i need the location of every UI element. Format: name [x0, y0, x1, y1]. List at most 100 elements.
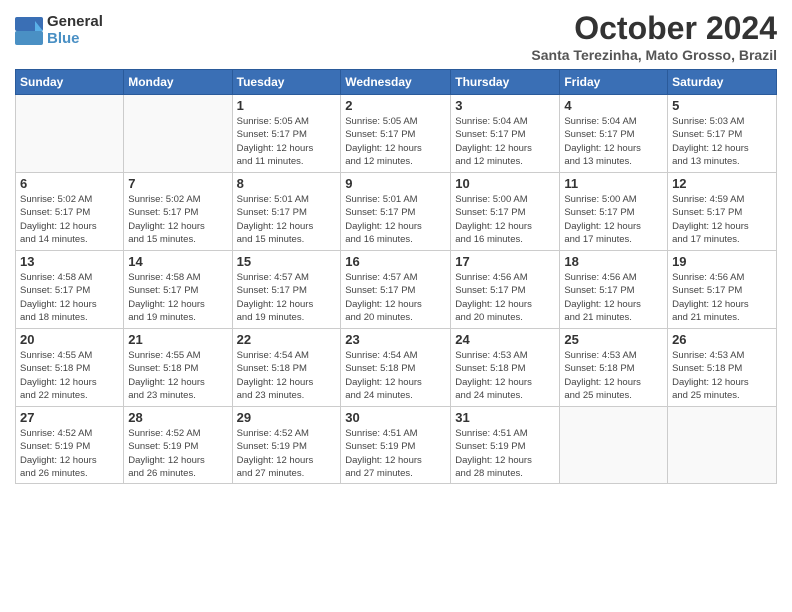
- table-row: [16, 95, 124, 173]
- day-info: Sunrise: 5:00 AM Sunset: 5:17 PM Dayligh…: [455, 193, 555, 246]
- day-number: 18: [564, 254, 663, 269]
- logo-text: General Blue: [47, 14, 103, 47]
- table-row: 14Sunrise: 4:58 AM Sunset: 5:17 PM Dayli…: [124, 251, 232, 329]
- table-row: 28 Sunrise: 4:52 AM Sunset: 5:19 PM Dayli…: [124, 407, 232, 484]
- day-number: 25: [564, 332, 663, 347]
- table-row: 10Sunrise: 5:00 AM Sunset: 5:17 PM Dayli…: [451, 173, 560, 251]
- month-title: October 2024: [531, 10, 777, 47]
- day-info: Sunrise: 4:55 AM Sunset: 5:18 PM Dayligh…: [20, 349, 119, 402]
- day-info: Sunrise: 4:58 AM Sunset: 5:17 PM Dayligh…: [128, 271, 227, 324]
- day-info: Sunrise: 4:56 AM Sunset: 5:17 PM Dayligh…: [564, 271, 663, 324]
- day-info: Sunrise: 5:01 AM Sunset: 5:17 PM Dayligh…: [237, 193, 337, 246]
- day-info: Sunrise: 4:55 AM Sunset: 5:18 PM Dayligh…: [128, 349, 227, 402]
- day-number: 11: [564, 176, 663, 191]
- day-number: 7: [128, 176, 227, 191]
- table-row: [124, 95, 232, 173]
- header-tuesday: Tuesday: [232, 70, 341, 95]
- header-saturday: Saturday: [668, 70, 777, 95]
- table-row: 4 Sunrise: 5:04 AM Sunset: 5:17 PM Daylig…: [560, 95, 668, 173]
- day-number: 31: [455, 410, 555, 425]
- day-number: 19: [672, 254, 772, 269]
- day-number: 23: [345, 332, 446, 347]
- location-subtitle: Santa Terezinha, Mato Grosso, Brazil: [531, 47, 777, 63]
- day-info: Sunrise: 4:52 AM Sunset: 5:19 PM Dayligh…: [20, 427, 119, 480]
- day-info: Sunrise: 4:59 AM Sunset: 5:17 PM Dayligh…: [672, 193, 772, 246]
- day-number: 9: [345, 176, 446, 191]
- table-row: 20Sunrise: 4:55 AM Sunset: 5:18 PM Dayli…: [16, 329, 124, 407]
- day-info: Sunrise: 4:54 AM Sunset: 5:18 PM Dayligh…: [345, 349, 446, 402]
- table-row: 26 Sunrise: 4:53 AM Sunset: 5:18 PM Dayli…: [668, 329, 777, 407]
- table-row: 8 Sunrise: 5:01 AM Sunset: 5:17 PM Daylig…: [232, 173, 341, 251]
- day-info: Sunrise: 5:00 AM Sunset: 5:17 PM Dayligh…: [564, 193, 663, 246]
- day-number: 16: [345, 254, 446, 269]
- table-row: 22Sunrise: 4:54 AM Sunset: 5:18 PM Dayli…: [232, 329, 341, 407]
- day-info: Sunrise: 4:51 AM Sunset: 5:19 PM Dayligh…: [345, 427, 446, 480]
- day-number: 15: [237, 254, 337, 269]
- weekday-header-row: Sunday Monday Tuesday Wednesday Thursday…: [16, 70, 777, 95]
- header: General Blue October 2024 Santa Terezinh…: [15, 10, 777, 63]
- day-info: Sunrise: 4:53 AM Sunset: 5:18 PM Dayligh…: [672, 349, 772, 402]
- day-info: Sunrise: 5:02 AM Sunset: 5:17 PM Dayligh…: [128, 193, 227, 246]
- header-friday: Friday: [560, 70, 668, 95]
- day-info: Sunrise: 4:52 AM Sunset: 5:19 PM Dayligh…: [237, 427, 337, 480]
- day-info: Sunrise: 4:57 AM Sunset: 5:17 PM Dayligh…: [345, 271, 446, 324]
- table-row: 15Sunrise: 4:57 AM Sunset: 5:17 PM Dayli…: [232, 251, 341, 329]
- day-info: Sunrise: 5:05 AM Sunset: 5:17 PM Dayligh…: [237, 115, 337, 168]
- day-number: 24: [455, 332, 555, 347]
- day-number: 26: [672, 332, 772, 347]
- table-row: 1 Sunrise: 5:05 AM Sunset: 5:17 PM Daylig…: [232, 95, 341, 173]
- day-info: Sunrise: 5:04 AM Sunset: 5:17 PM Dayligh…: [455, 115, 555, 168]
- table-row: 12 Sunrise: 4:59 AM Sunset: 5:17 PM Dayli…: [668, 173, 777, 251]
- table-row: 19 Sunrise: 4:56 AM Sunset: 5:17 PM Dayli…: [668, 251, 777, 329]
- table-row: 2Sunrise: 5:05 AM Sunset: 5:17 PM Daylig…: [341, 95, 451, 173]
- table-row: 27 Sunrise: 4:52 AM Sunset: 5:19 PM Dayli…: [16, 407, 124, 484]
- table-row: 29 Sunrise: 4:52 AM Sunset: 5:19 PM Dayli…: [232, 407, 341, 484]
- day-number: 1: [237, 98, 337, 113]
- day-number: 30: [345, 410, 446, 425]
- table-row: 11 Sunrise: 5:00 AM Sunset: 5:17 PM Dayli…: [560, 173, 668, 251]
- table-row: 9Sunrise: 5:01 AM Sunset: 5:17 PM Daylig…: [341, 173, 451, 251]
- day-info: Sunrise: 5:03 AM Sunset: 5:17 PM Dayligh…: [672, 115, 772, 168]
- header-wednesday: Wednesday: [341, 70, 451, 95]
- table-row: 6 Sunrise: 5:02 AM Sunset: 5:17 PM Daylig…: [16, 173, 124, 251]
- day-number: 29: [237, 410, 337, 425]
- day-info: Sunrise: 4:56 AM Sunset: 5:17 PM Dayligh…: [672, 271, 772, 324]
- logo: General Blue: [15, 14, 103, 47]
- day-info: Sunrise: 5:02 AM Sunset: 5:17 PM Dayligh…: [20, 193, 119, 246]
- day-number: 28: [128, 410, 227, 425]
- header-thursday: Thursday: [451, 70, 560, 95]
- day-info: Sunrise: 5:04 AM Sunset: 5:17 PM Dayligh…: [564, 115, 663, 168]
- day-number: 12: [672, 176, 772, 191]
- day-number: 8: [237, 176, 337, 191]
- day-info: Sunrise: 5:05 AM Sunset: 5:17 PM Dayligh…: [345, 115, 446, 168]
- table-row: 30 Sunrise: 4:51 AM Sunset: 5:19 PM Dayli…: [341, 407, 451, 484]
- header-monday: Monday: [124, 70, 232, 95]
- day-number: 22: [237, 332, 337, 347]
- logo-general: General: [47, 14, 103, 31]
- table-row: [560, 407, 668, 484]
- table-row: 18 Sunrise: 4:56 AM Sunset: 5:17 PM Dayli…: [560, 251, 668, 329]
- day-info: Sunrise: 4:58 AM Sunset: 5:17 PM Dayligh…: [20, 271, 119, 324]
- table-row: 7 Sunrise: 5:02 AM Sunset: 5:17 PM Daylig…: [124, 173, 232, 251]
- page: General Blue October 2024 Santa Terezinh…: [0, 0, 792, 494]
- day-number: 6: [20, 176, 119, 191]
- table-row: 21 Sunrise: 4:55 AM Sunset: 5:18 PM Dayli…: [124, 329, 232, 407]
- table-row: 16 Sunrise: 4:57 AM Sunset: 5:17 PM Dayli…: [341, 251, 451, 329]
- table-row: 23 Sunrise: 4:54 AM Sunset: 5:18 PM Dayli…: [341, 329, 451, 407]
- table-row: 31 Sunrise: 4:51 AM Sunset: 5:19 PM Dayli…: [451, 407, 560, 484]
- day-number: 4: [564, 98, 663, 113]
- day-number: 5: [672, 98, 772, 113]
- day-info: Sunrise: 4:52 AM Sunset: 5:19 PM Dayligh…: [128, 427, 227, 480]
- day-number: 27: [20, 410, 119, 425]
- title-block: October 2024 Santa Terezinha, Mato Gross…: [531, 10, 777, 63]
- day-info: Sunrise: 4:51 AM Sunset: 5:19 PM Dayligh…: [455, 427, 555, 480]
- calendar-table: Sunday Monday Tuesday Wednesday Thursday…: [15, 69, 777, 484]
- header-sunday: Sunday: [16, 70, 124, 95]
- day-number: 21: [128, 332, 227, 347]
- table-row: 3Sunrise: 5:04 AM Sunset: 5:17 PM Daylig…: [451, 95, 560, 173]
- table-row: 5 Sunrise: 5:03 AM Sunset: 5:17 PM Daylig…: [668, 95, 777, 173]
- day-info: Sunrise: 4:53 AM Sunset: 5:18 PM Dayligh…: [564, 349, 663, 402]
- table-row: [668, 407, 777, 484]
- table-row: 13Sunrise: 4:58 AM Sunset: 5:17 PM Dayli…: [16, 251, 124, 329]
- table-row: 24Sunrise: 4:53 AM Sunset: 5:18 PM Dayli…: [451, 329, 560, 407]
